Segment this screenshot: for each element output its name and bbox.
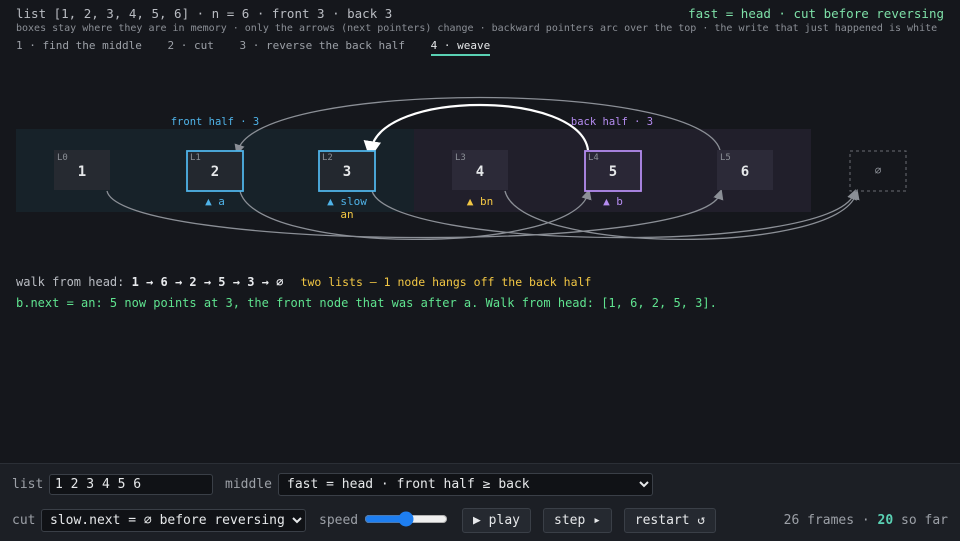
list-input[interactable] (49, 474, 213, 495)
pointer-b: ▲ b (603, 195, 623, 208)
node-tag: L1 (190, 153, 201, 163)
node-tag: L3 (455, 153, 466, 163)
pointer-bn: ▲ bn (467, 195, 494, 208)
cut-select[interactable]: slow.next = ∅ before reversing (41, 509, 306, 532)
tab-step-4[interactable]: 4 · weave (430, 39, 491, 56)
back-half-label: back half · 3 (571, 116, 653, 128)
list-label: list (12, 477, 44, 492)
pointer-a: ▲ a (205, 195, 225, 208)
page-subtitle: boxes stay where they are in memory · on… (16, 23, 938, 34)
node-l2: L2 3 (318, 150, 376, 192)
node-tag: L2 (322, 153, 333, 163)
front-half-label: front half · 3 (171, 116, 260, 128)
speed-label: speed (319, 513, 359, 528)
step-explanation: b.next = an: 5 now points at 3, the fron… (16, 296, 717, 310)
node-l3: L3 4 (452, 150, 508, 190)
node-value: 2 (211, 164, 219, 180)
step-button[interactable]: step ▸ (543, 508, 612, 533)
cut-label: cut (12, 513, 36, 528)
node-l1: L1 2 (186, 150, 244, 192)
frames-total: 26 frames · (783, 513, 870, 528)
node-value: 3 (343, 164, 351, 180)
restart-button[interactable]: restart ↺ (624, 508, 716, 533)
node-value: 1 (78, 164, 86, 180)
tab-step-3[interactable]: 3 · reverse the back half (239, 39, 405, 54)
frames-suffix: so far (901, 513, 948, 528)
null-symbol: ∅ (875, 164, 882, 177)
pointer-slow: ▲ slow (327, 195, 367, 208)
node-l5: L5 6 (717, 150, 773, 190)
node-tag: L5 (720, 153, 731, 163)
mode-label: fast = head · cut before reversing (688, 6, 944, 21)
walk-path: 1 → 6 → 2 → 5 → 3 → ∅ (131, 275, 284, 289)
tab-step-1[interactable]: 1 · find the middle (16, 39, 142, 54)
tab-step-2[interactable]: 2 · cut (167, 39, 213, 54)
node-tag: L4 (588, 153, 599, 163)
node-l0: L0 1 (54, 150, 110, 190)
node-value: 6 (741, 164, 749, 180)
node-tag: L0 (57, 153, 68, 163)
frame-counter: 26 frames · 20 so far (784, 513, 948, 528)
null-node: ∅ (849, 150, 907, 192)
walk-note: two lists — 1 node hangs off the back ha… (300, 275, 592, 289)
pointer-an: an (340, 208, 353, 221)
control-panel: list middle fast = head · front half ≥ b… (0, 463, 960, 541)
linked-list-diagram: front half · 3 back half · 3 L0 1 L1 2 L… (16, 96, 907, 241)
node-l4: L4 5 (584, 150, 642, 192)
step-tabs: 1 · find the middle 2 · cut 3 · reverse … (16, 39, 509, 56)
walk-line: walk from head: 1 → 6 → 2 → 5 → 3 → ∅ tw… (16, 275, 591, 289)
walk-prefix: walk from head: (16, 275, 125, 289)
middle-select[interactable]: fast = head · front half ≥ back (278, 473, 653, 496)
node-value: 5 (609, 164, 617, 180)
speed-slider[interactable] (364, 511, 448, 527)
play-button[interactable]: ▶ play (462, 508, 531, 533)
middle-label: middle (225, 477, 272, 492)
page-title: list [1, 2, 3, 4, 5, 6] · n = 6 · front … (16, 6, 393, 21)
frames-current: 20 (877, 513, 894, 528)
node-value: 4 (476, 164, 484, 180)
